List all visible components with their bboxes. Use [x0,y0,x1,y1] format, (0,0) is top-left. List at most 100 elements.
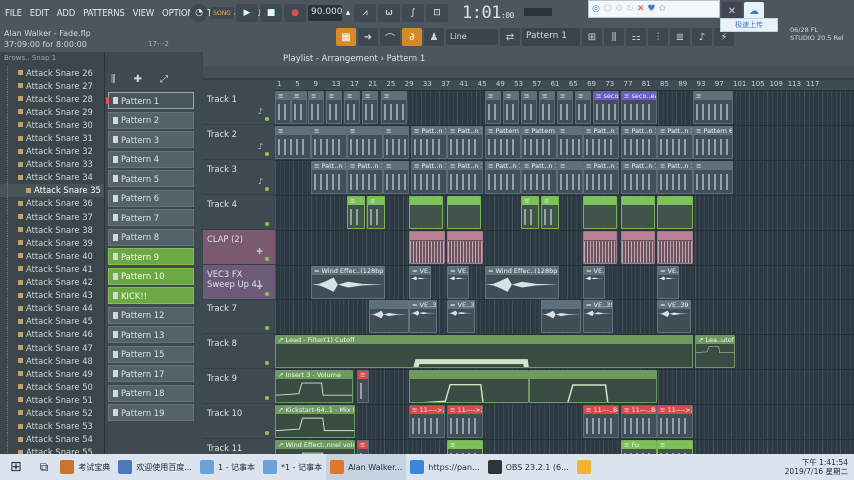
pattern-item[interactable]: Pattern 9 [108,248,194,265]
clip[interactable]: ≈ VE..39 [657,300,691,334]
clip[interactable]: ≡ Patt..n 15 [583,160,619,194]
browser-item[interactable]: Attack Snare 31 [0,131,104,145]
magnet-icon[interactable]: ⌒ [380,28,400,46]
link-icon[interactable]: ∂ [402,28,422,46]
pattern-item[interactable]: Pattern 19 [108,404,194,421]
clip[interactable]: ≡ Patt..n 15 [521,160,557,194]
clip[interactable]: ≡ Fu [621,440,657,454]
taskbar-app[interactable]: *1 - 记事本 [259,454,326,480]
arrow-icon[interactable]: ➜ [358,28,378,46]
clip[interactable]: ≡ Patt..n 15 [485,160,521,194]
clip[interactable]: ≡ [503,91,519,124]
clip[interactable]: ≈ VE..39 [409,265,431,299]
clip[interactable]: ≡ Patt..n 12 [411,125,447,159]
clip[interactable] [409,195,443,229]
clip[interactable]: ≡ Pattern 6 [485,125,521,159]
browser-item[interactable]: Attack Snare 30 [0,118,104,132]
clip[interactable] [657,230,693,264]
clip[interactable]: ≡ Patt..n 15 [311,160,347,194]
clip[interactable]: ≡ Patt..n 12 [583,125,619,159]
countdown-icon[interactable]: ∫ [402,4,424,22]
track-mute-led[interactable] [265,221,269,226]
browser-item[interactable]: Attack Snare 29 [0,105,104,119]
clip[interactable]: ≈ VE..39 [657,265,679,299]
clip[interactable]: ≡ [575,91,591,124]
menu-add[interactable]: ADD [57,8,76,19]
taskbar-app[interactable]: 考试宝典 [56,454,114,480]
pattern-item[interactable]: Pattern 8 [108,228,194,246]
track-mute-led[interactable] [265,151,269,156]
piano-roll-icon[interactable]: ⫶ [648,28,668,46]
stop-button[interactable]: ■ [260,4,282,22]
task-view-icon[interactable]: ⧉ [32,454,57,480]
tempo-nudge-icon[interactable]: ▴ [344,4,352,22]
browser-item[interactable]: Attack Snare 46 [0,327,104,341]
browser-item[interactable]: Attack Snare 52 [0,406,104,420]
wait-input-icon[interactable]: ω [378,4,400,22]
mixer-icon[interactable]: ⫼ [604,28,624,46]
track-add-icon[interactable]: ✚ [256,282,263,291]
browser-item[interactable]: Attack Snare 41 [0,262,104,276]
baidu-refresh-icon[interactable]: ↻ [626,4,634,14]
song-mode-toggle[interactable]: SONG [210,7,234,19]
playlist-icon[interactable]: ≣ [670,28,690,46]
pattern-item[interactable]: Pattern 17 [108,365,194,382]
browser-item[interactable]: Attack Snare 51 [0,393,104,407]
taskbar-app[interactable]: https://pan... [406,454,483,480]
clip[interactable]: ≡ [326,91,342,124]
pattern-item[interactable]: Pattern 5 [108,170,194,187]
menu-patterns[interactable]: PATTERNS [83,8,125,19]
browser-item[interactable]: Attack Snare 26 [0,66,104,79]
clip[interactable]: ≡ [275,91,291,124]
menu-edit[interactable]: EDIT [30,8,49,19]
clip[interactable]: ≡ [275,125,311,159]
channel-rack-icon[interactable]: ⚏ [626,28,646,46]
track-mute-led[interactable] [265,186,269,191]
clip[interactable]: ≡ Patt..n 15 [347,160,383,194]
track-mute-led[interactable] [265,256,269,261]
pattern-mode-icon[interactable]: ▦ [336,28,356,46]
clip[interactable] [369,300,409,334]
loop-record-icon[interactable]: ⊡ [426,4,448,22]
clip[interactable]: ≡ Patt..n 15 [411,160,447,194]
clip[interactable]: ≡ 11---..84 [621,405,657,439]
clip[interactable]: ≡ [521,195,539,229]
browser-item[interactable]: Attack Snare 43 [0,288,104,302]
clip[interactable]: ≡ [362,91,378,124]
baidu-shirt-icon[interactable]: ♥ [647,4,655,14]
browser-item[interactable]: Attack Snare 47 [0,340,104,354]
prev-pattern-icon[interactable]: ⇄ [500,28,520,46]
clip[interactable]: ≡ Patt..n 15 [447,160,483,194]
play-button[interactable]: ▶ [236,4,258,22]
clip[interactable] [529,370,657,404]
track-mute-led[interactable] [265,361,269,366]
piano-keys-icon[interactable]: ⫼ [111,74,116,85]
clip[interactable]: ≡ Patt..n 12 [447,125,483,159]
track-mute-led[interactable] [265,291,269,296]
clip[interactable] [409,230,445,264]
track-mute-led[interactable] [265,396,269,401]
clip[interactable] [621,195,655,229]
track-header[interactable]: Track 9 [203,369,275,405]
pattern-item[interactable]: Pattern 6 [108,189,194,207]
pattern-item[interactable]: Pattern 12 [108,306,194,324]
pattern-item[interactable]: Pattern 10 [108,267,194,285]
browser-item[interactable]: Attack Snare 27 [0,79,104,93]
track-mute-led[interactable] [265,326,269,331]
record-button[interactable]: ● [284,4,306,22]
browser-icon[interactable]: ♪ [692,28,712,46]
clip[interactable]: ↗ Lea..utoff [695,335,735,369]
track-mute-led[interactable] [265,117,269,121]
browser-item[interactable]: Attack Snare 50 [0,380,104,394]
track-header[interactable]: Track 4 [203,195,275,230]
clip[interactable]: ≡ [657,440,693,454]
menu-file[interactable]: FILE [5,8,22,19]
start-button[interactable]: ⊞ [0,454,32,480]
browser-item[interactable]: Attack Snare 36 [0,196,104,210]
clip[interactable]: ↗ Kickstart-64..1 - Mix level [275,405,355,439]
baidu-settings-icon[interactable]: ⚙ [615,4,623,14]
clip[interactable]: ≡ Pattern 6 [693,125,733,159]
taskbar-app[interactable] [573,454,599,480]
taskbar-app[interactable]: Alan Walker... [326,454,407,480]
pattern-song-knob[interactable]: ◔ [190,4,208,22]
